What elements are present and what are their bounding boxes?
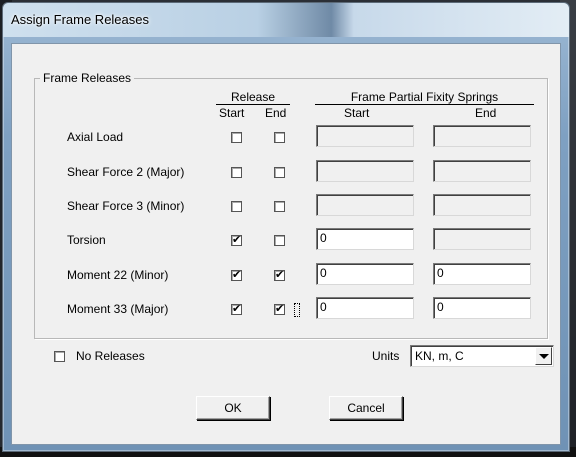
shear-force-2-release-start-checkbox[interactable] bbox=[231, 167, 242, 178]
shear-force-2-spring-end-field bbox=[433, 160, 531, 182]
springs-start-header: Start bbox=[344, 106, 370, 120]
moment-22-release-end-checkbox[interactable] bbox=[274, 268, 285, 282]
no-releases-label: No Releases bbox=[76, 349, 145, 363]
frame-releases-group-title: Frame Releases bbox=[40, 71, 135, 85]
moment-22-spring-end-field[interactable]: 0 bbox=[433, 263, 531, 285]
shear-force-3-release-end-checkbox[interactable] bbox=[274, 201, 285, 212]
moment-22-release-start-checkbox[interactable] bbox=[231, 268, 242, 282]
shear-force-2-release-end-checkbox[interactable] bbox=[274, 167, 285, 178]
row-label-moment-22: Moment 22 (Minor) bbox=[67, 268, 169, 282]
axial-load-spring-end-field bbox=[433, 125, 531, 147]
ok-button[interactable]: OK bbox=[196, 396, 270, 420]
torsion-spring-start-field[interactable]: 0 bbox=[316, 228, 414, 250]
axial-load-release-end-checkbox[interactable] bbox=[274, 132, 285, 143]
torsion-release-end-checkbox[interactable] bbox=[274, 235, 285, 246]
shear-force-3-spring-start-field bbox=[316, 194, 414, 216]
dialog-client-area: Frame Releases Release Start End Frame P… bbox=[11, 43, 561, 445]
dialog-window: Assign Frame Releases Frame Releases Rel… bbox=[2, 2, 570, 452]
moment-33-release-start-checkbox[interactable] bbox=[231, 302, 242, 316]
no-releases-checkbox[interactable] bbox=[54, 351, 65, 362]
row-label-shear-force-3: Shear Force 3 (Minor) bbox=[67, 199, 185, 213]
moment-22-spring-start-field[interactable]: 0 bbox=[316, 263, 414, 285]
springs-end-header: End bbox=[475, 106, 497, 120]
moment-33-spring-start-field[interactable]: 0 bbox=[316, 297, 414, 319]
row-label-torsion: Torsion bbox=[67, 233, 106, 247]
row-label-axial-load: Axial Load bbox=[67, 130, 124, 144]
dialog-title: Assign Frame Releases bbox=[11, 12, 149, 27]
axial-load-release-start-checkbox[interactable] bbox=[231, 132, 242, 143]
release-header: Release bbox=[216, 90, 290, 105]
focus-indicator bbox=[294, 303, 300, 317]
shear-force-2-spring-start-field bbox=[316, 160, 414, 182]
units-select[interactable]: KN, m, C bbox=[410, 345, 554, 367]
torsion-spring-end-field bbox=[433, 228, 531, 250]
units-label: Units bbox=[372, 349, 400, 363]
springs-header: Frame Partial Fixity Springs bbox=[315, 90, 534, 105]
row-label-shear-force-2: Shear Force 2 (Major) bbox=[67, 165, 185, 179]
chevron-down-icon[interactable] bbox=[535, 347, 552, 365]
release-start-header: Start bbox=[219, 106, 245, 120]
shear-force-3-spring-end-field bbox=[433, 194, 531, 216]
cancel-button[interactable]: Cancel bbox=[329, 396, 403, 420]
torsion-release-start-checkbox[interactable] bbox=[231, 233, 242, 247]
title-bar[interactable]: Assign Frame Releases bbox=[3, 3, 569, 37]
shear-force-3-release-start-checkbox[interactable] bbox=[231, 201, 242, 212]
row-label-moment-33: Moment 33 (Major) bbox=[67, 302, 169, 316]
axial-load-spring-start-field bbox=[316, 125, 414, 147]
moment-33-spring-end-field[interactable]: 0 bbox=[433, 297, 531, 319]
units-selected-value: KN, m, C bbox=[415, 349, 464, 363]
release-end-header: End bbox=[265, 106, 287, 120]
moment-33-release-end-checkbox[interactable] bbox=[274, 302, 285, 316]
